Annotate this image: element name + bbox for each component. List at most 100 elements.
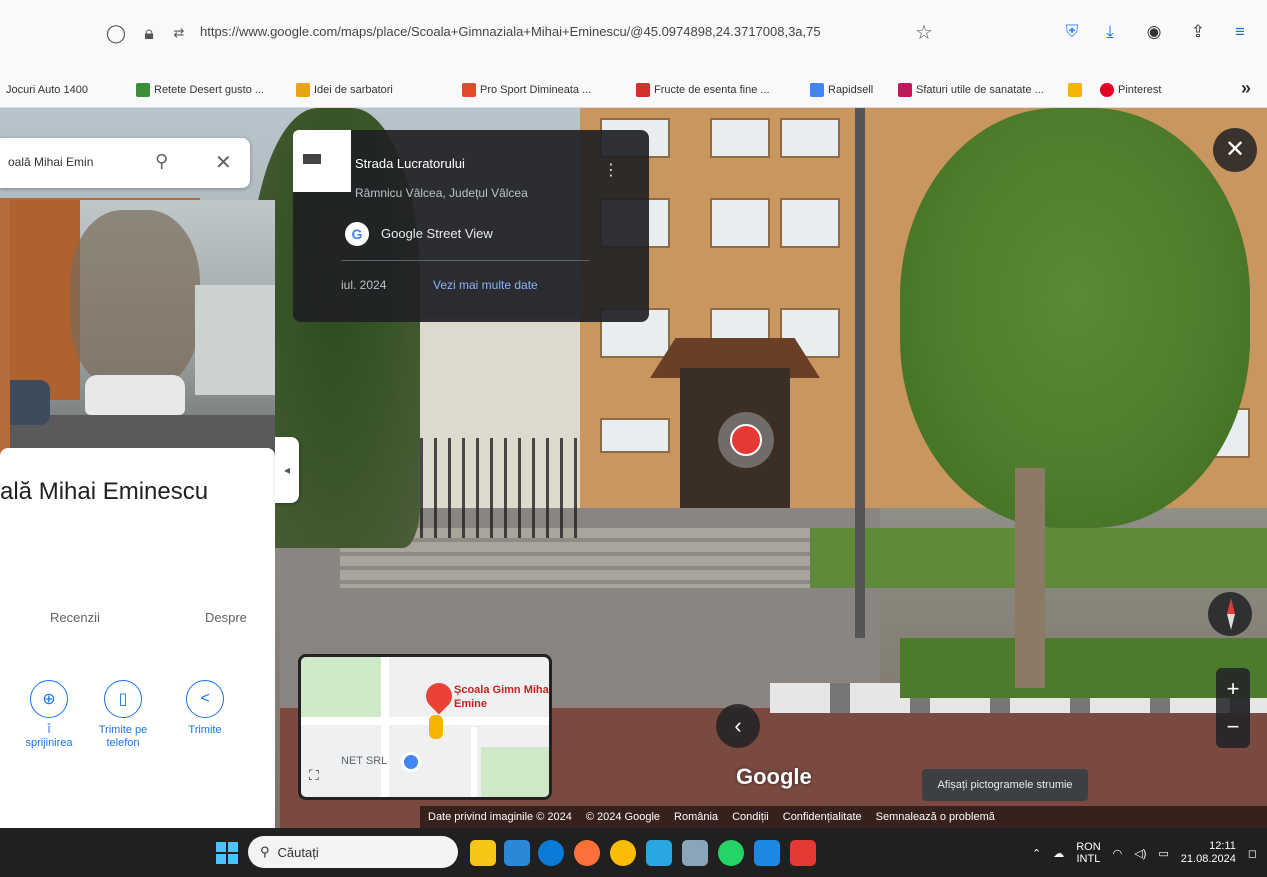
compass-icon[interactable] [1208, 592, 1252, 636]
pdf-reader-icon[interactable] [790, 840, 816, 866]
volume-icon[interactable]: ◁) [1134, 847, 1146, 860]
directions-label: Î sprijinirea [25, 724, 73, 749]
report-problem-link[interactable]: Semnalează o problemă [876, 811, 995, 823]
info-title: Strada Lucratorului [355, 156, 465, 171]
bookmark-item[interactable]: Retete Desert gusto ... [136, 80, 264, 100]
zoom-out-button[interactable]: − [1216, 710, 1250, 744]
mini-map[interactable]: Școala Gimn Mihai Emine NET SRL ⛶ [298, 654, 552, 800]
lock-icon[interactable]: 🔒︎ [138, 22, 160, 44]
capture-date: iul. 2024 [341, 278, 387, 292]
battery-icon[interactable]: ▭ [1158, 847, 1168, 860]
start-icon[interactable] [216, 842, 238, 864]
firefox-icon[interactable] [574, 840, 600, 866]
zoom-control: + − [1216, 668, 1250, 748]
map-pin-label: Școala Gimn Mihai Emine [454, 684, 552, 710]
expand-icon[interactable]: ⛶ [309, 767, 319, 784]
browser-toolbar: ◯ 🔒︎ ⇄ https://www.google.com/maps/place… [0, 0, 1267, 72]
location-pin-icon[interactable] [420, 677, 458, 715]
directions-button[interactable]: ⊕ Î sprijinirea [14, 680, 84, 750]
download-icon[interactable]: ⤓ [1098, 20, 1122, 44]
bookmark-item[interactable] [1068, 80, 1082, 100]
url-field[interactable]: https://www.google.com/maps/place/Scoala… [200, 24, 900, 44]
see-more-dates-link[interactable]: Vezi mai multe date [433, 278, 538, 292]
clock-time: 12:11 [1209, 840, 1236, 852]
bookmark-item[interactable]: Sfaturi utile de sanatate ... [898, 80, 1044, 100]
account-icon[interactable]: ◉ [1142, 20, 1166, 44]
bookmark-item[interactable]: Jocuri Auto 1400 [6, 80, 88, 100]
back-arrow-button[interactable]: ‹ [716, 704, 760, 748]
bookmark-item[interactable]: Fructe de esenta fine ... [636, 80, 770, 100]
calculator-icon[interactable] [682, 840, 708, 866]
search-input[interactable]: oală Mihai Emin [8, 155, 148, 169]
wifi-icon[interactable]: ◠ [1113, 847, 1123, 860]
tab-about[interactable]: Despre [205, 610, 247, 625]
directions-icon: ⊕ [30, 680, 68, 718]
store-icon[interactable] [504, 840, 530, 866]
zoom-in-button[interactable]: + [1216, 672, 1250, 706]
place-panel: oală Mihai Emin ⚲ ✕ ală Mihai Eminescu R… [0, 108, 275, 828]
country-link[interactable]: România [674, 811, 718, 823]
taskbar-search[interactable]: ⚲ Căutați [248, 836, 458, 868]
share-label: Trimite [188, 724, 222, 736]
search-icon[interactable]: ⚲ [155, 151, 168, 172]
close-street-view-button[interactable]: ✕ [1213, 128, 1257, 172]
bookmark-item[interactable]: Idei de sarbatori [296, 80, 393, 100]
notification-icon[interactable]: ◻ [1248, 847, 1257, 860]
app-icon[interactable] [754, 840, 780, 866]
bookmark-favicon [296, 83, 310, 97]
bookmark-item[interactable]: Pro Sport Dimineata ... [462, 80, 591, 100]
bookmark-item[interactable]: Pinterest [1100, 80, 1161, 100]
more-options-icon[interactable]: ⋮ [603, 160, 619, 180]
star-icon[interactable]: ☆ [915, 20, 933, 45]
map-credits: Date privind imaginile © 2024 © 2024 Goo… [420, 806, 1267, 828]
send-to-phone-button[interactable]: ▯ Trimite pe telefon [88, 680, 158, 750]
imagery-credit: Date privind imaginile © 2024 [428, 811, 572, 823]
permissions-icon[interactable]: ⇄ [168, 22, 190, 44]
tab-reviews[interactable]: Recenzii [50, 610, 100, 625]
navigation-target-icon[interactable] [718, 412, 774, 468]
chrome-icon[interactable] [610, 840, 636, 866]
tree [900, 108, 1250, 528]
share-page-icon[interactable]: ⇪ [1186, 20, 1210, 44]
place-title: ală Mihai Eminescu [0, 478, 209, 505]
terms-link[interactable]: Condiții [732, 811, 769, 823]
taskbar: ⚲ Căutați ⌃ ☁ RON INTL ◠ ◁) ▭ 12:11 21.0… [0, 828, 1267, 877]
privacy-link[interactable]: Confidențialitate [783, 811, 862, 823]
place-details: ală Mihai Eminescu Recenzii Despre ⊕ Î s… [0, 448, 275, 828]
place-photo[interactable] [10, 200, 275, 452]
shield-icon[interactable]: ◯ [105, 22, 127, 44]
bookmark-item[interactable]: Rapidsell [810, 80, 873, 100]
language-indicator[interactable]: RON INTL [1076, 841, 1100, 865]
whatsapp-icon[interactable] [718, 840, 744, 866]
share-button[interactable]: < Trimite [170, 680, 240, 737]
app-icon[interactable] [646, 840, 672, 866]
info-subtitle: Râmnicu Vâlcea, Județul Vâlcea [355, 186, 528, 200]
menu-icon[interactable]: ≡ [1228, 20, 1252, 44]
edge-icon[interactable] [538, 840, 564, 866]
search-icon: ⚲ [260, 844, 270, 859]
close-icon[interactable]: ✕ [215, 150, 232, 175]
clock[interactable]: 12:11 21.08.2024 [1181, 840, 1236, 866]
bookmark-favicon [636, 83, 650, 97]
collapse-panel-button[interactable]: ◂ [275, 437, 299, 503]
divider [341, 260, 589, 261]
grass-strip [900, 638, 1267, 698]
street-view-label: Google Street View [381, 226, 493, 241]
chevron-up-icon[interactable]: ⌃ [1032, 847, 1041, 860]
google-watermark: Google [736, 764, 812, 789]
tree-trunk [1015, 468, 1045, 688]
bookmark-favicon [810, 83, 824, 97]
pegman-icon[interactable] [429, 715, 443, 739]
clock-date: 21.08.2024 [1180, 853, 1236, 865]
cloud-icon[interactable]: ☁ [1053, 847, 1064, 860]
location-thumbnail[interactable] [293, 130, 351, 192]
current-location-icon [401, 752, 421, 772]
system-tray: ⌃ ☁ RON INTL ◠ ◁) ▭ 12:11 21.08.2024 ◻ [1032, 836, 1257, 870]
file-explorer-icon[interactable] [470, 840, 496, 866]
google-logo-icon: G [345, 222, 369, 246]
search-box: oală Mihai Emin ⚲ ✕ [0, 138, 250, 188]
bookmarks-overflow-button[interactable]: » [1241, 78, 1251, 99]
bookmark-favicon [898, 83, 912, 97]
extension-icon[interactable]: ⛨ [1060, 20, 1084, 44]
traffic-pole [855, 108, 865, 638]
